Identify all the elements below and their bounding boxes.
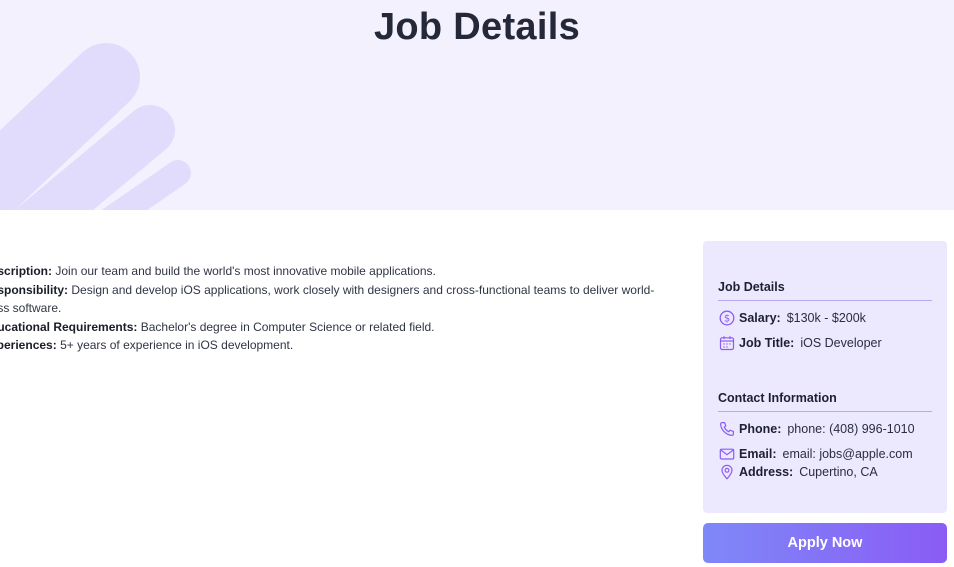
description-line: Description: Join our team and build the… [0,264,436,278]
svg-text:$: $ [723,314,729,325]
address-row: Address: Cupertino, CA [718,463,932,481]
job-description: Description: Join our team and build the… [0,262,672,355]
mail-icon [718,446,735,463]
phone-value[interactable]: phone: (408) 996-1010 [787,422,914,436]
phone-icon [718,421,735,438]
email-label: Email: [739,447,777,461]
job-title-row: Job Title: iOS Developer [718,334,932,352]
contact-heading: Contact Information [718,391,932,412]
page-title: Job Details [373,6,581,48]
job-details-section: Job Details $ Salary: $130k - $200k Job … [718,280,932,352]
education-line: Educational Requirements: Bachelor's deg… [0,319,435,334]
email-row: Email: email: jobs@apple.com [718,445,932,463]
salary-row: $ Salary: $130k - $200k [718,309,932,327]
job-title-value: iOS Developer [800,336,882,350]
map-pin-icon [718,464,735,481]
phone-row: Phone: phone: (408) 996-1010 [718,420,932,438]
job-info-card: Job Details $ Salary: $130k - $200k Job … [703,241,947,513]
address-value: Cupertino, CA [799,465,878,479]
calendar-icon [718,335,735,352]
experience-line: Experiences: 5+ years of experience in i… [0,338,294,352]
contact-section: Contact Information Phone: phone: (408) … [718,391,932,481]
responsibility-line: Responsibility: Design and develop iOS a… [0,282,655,316]
address-label: Address: [739,465,794,479]
email-value[interactable]: email: jobs@apple.com [783,447,913,461]
job-title-label: Job Title: [739,336,795,350]
phone-label: Phone: [739,422,782,436]
apply-now-button[interactable]: Apply Now [703,523,947,563]
dollar-circle-icon: $ [718,310,735,327]
hero-banner: Job Details [0,0,954,210]
salary-value: $130k - $200k [786,311,866,325]
salary-label: Salary: [739,311,781,325]
job-details-heading: Job Details [718,280,932,301]
